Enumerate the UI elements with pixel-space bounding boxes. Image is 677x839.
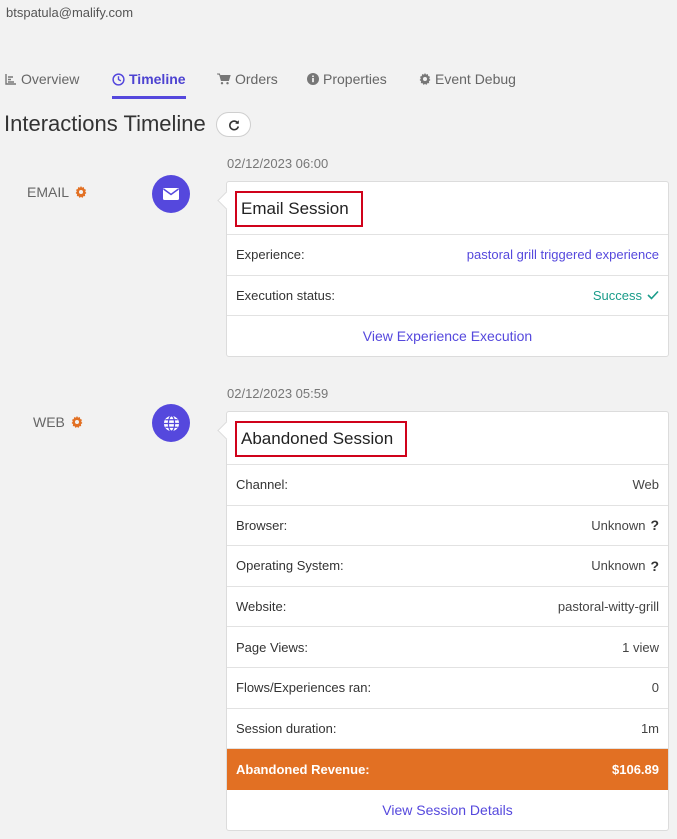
tab-timeline[interactable]: Timeline bbox=[112, 71, 186, 99]
status-text: Success bbox=[592, 287, 642, 303]
tab-orders[interactable]: Orders bbox=[217, 71, 278, 99]
row-value: Unknown ? bbox=[591, 558, 659, 574]
tab-orders-label: Orders bbox=[235, 71, 278, 87]
row-label: Session duration: bbox=[236, 720, 337, 736]
channel-icon-web bbox=[152, 404, 190, 442]
channel-name: WEB bbox=[33, 414, 65, 430]
channel-label-email: EMAIL bbox=[27, 184, 87, 200]
detail-row: Execution status: Success bbox=[227, 276, 668, 317]
detail-row: Browser: Unknown ? bbox=[227, 506, 668, 547]
globe-icon bbox=[163, 414, 179, 432]
refresh-icon bbox=[228, 119, 239, 130]
abandoned-session-card: Abandoned Session Channel: Web Browser: … bbox=[226, 411, 669, 831]
check-icon bbox=[647, 291, 659, 301]
tab-overview-label: Overview bbox=[21, 71, 80, 87]
tab-event-debug[interactable]: Event Debug bbox=[419, 71, 516, 99]
detail-row: Experience: pastoral grill triggered exp… bbox=[227, 235, 668, 276]
row-value: 0 bbox=[651, 680, 659, 696]
browser-value: Unknown bbox=[591, 517, 646, 533]
refresh-button[interactable] bbox=[216, 112, 251, 137]
os-value: Unknown bbox=[591, 558, 646, 574]
detail-row: Flows/Experiences ran: 0 bbox=[227, 668, 668, 709]
help-question-icon[interactable]: ? bbox=[650, 558, 659, 574]
row-label: Experience: bbox=[236, 247, 305, 263]
abandoned-revenue-row: Abandoned Revenue: $106.89 bbox=[227, 749, 668, 790]
page-title: Interactions Timeline bbox=[4, 111, 206, 136]
channel-name: EMAIL bbox=[27, 184, 70, 200]
view-session-details-link[interactable]: View Session Details bbox=[227, 790, 668, 830]
card-header: Abandoned Session bbox=[227, 412, 668, 465]
revenue-value: $106.89 bbox=[612, 761, 659, 777]
tab-properties[interactable]: Properties bbox=[307, 71, 387, 99]
row-value: Web bbox=[632, 477, 660, 493]
tab-overview[interactable]: Overview bbox=[5, 71, 79, 99]
email-session-card: Email Session Experience: pastoral grill… bbox=[226, 181, 669, 358]
session-title: Abandoned Session bbox=[235, 421, 408, 457]
detail-row: Operating System: Unknown ? bbox=[227, 546, 668, 587]
row-label: Website: bbox=[236, 599, 287, 615]
detail-row: Channel: Web bbox=[227, 465, 668, 506]
channel-label-web: WEB bbox=[33, 414, 83, 430]
clock-icon bbox=[112, 73, 125, 86]
status-value: Success bbox=[593, 288, 659, 303]
gear-icon bbox=[75, 186, 87, 198]
gear-icon bbox=[71, 416, 83, 428]
row-label: Operating System: bbox=[236, 558, 344, 574]
session-title: Email Session bbox=[235, 191, 363, 227]
experience-link[interactable]: pastoral grill triggered experience bbox=[467, 247, 659, 262]
row-value: 1 view bbox=[622, 639, 659, 655]
row-label: Browser: bbox=[236, 517, 288, 533]
envelope-icon bbox=[163, 188, 179, 200]
detail-row: Session duration: 1m bbox=[227, 709, 668, 750]
row-value: 1m bbox=[640, 720, 659, 736]
user-email: btspatula@malify.com bbox=[6, 5, 134, 20]
revenue-label: Abandoned Revenue: bbox=[236, 761, 370, 777]
cart-icon bbox=[217, 73, 231, 85]
chart-icon bbox=[5, 74, 16, 85]
channel-icon-email bbox=[152, 175, 190, 213]
tab-event-debug-label: Event Debug bbox=[435, 71, 516, 87]
event-timestamp: 02/12/2023 06:00 bbox=[227, 156, 329, 171]
row-value: Unknown ? bbox=[591, 517, 659, 533]
row-label: Flows/Experiences ran: bbox=[236, 680, 372, 696]
detail-row: Page Views: 1 view bbox=[227, 627, 668, 668]
tab-properties-label: Properties bbox=[323, 71, 387, 87]
row-value: pastoral-witty-grill bbox=[557, 599, 659, 615]
gear-icon bbox=[419, 73, 431, 85]
tab-timeline-label: Timeline bbox=[129, 71, 186, 87]
help-question-icon[interactable]: ? bbox=[650, 517, 659, 533]
event-timestamp: 02/12/2023 05:59 bbox=[227, 386, 329, 401]
row-label: Page Views: bbox=[236, 639, 309, 655]
info-icon bbox=[307, 73, 319, 85]
detail-row: Website: pastoral-witty-grill bbox=[227, 587, 668, 628]
row-label: Execution status: bbox=[236, 287, 335, 303]
row-label: Channel: bbox=[236, 477, 289, 493]
view-experience-execution-link[interactable]: View Experience Execution bbox=[227, 316, 668, 356]
card-header: Email Session bbox=[227, 182, 668, 235]
